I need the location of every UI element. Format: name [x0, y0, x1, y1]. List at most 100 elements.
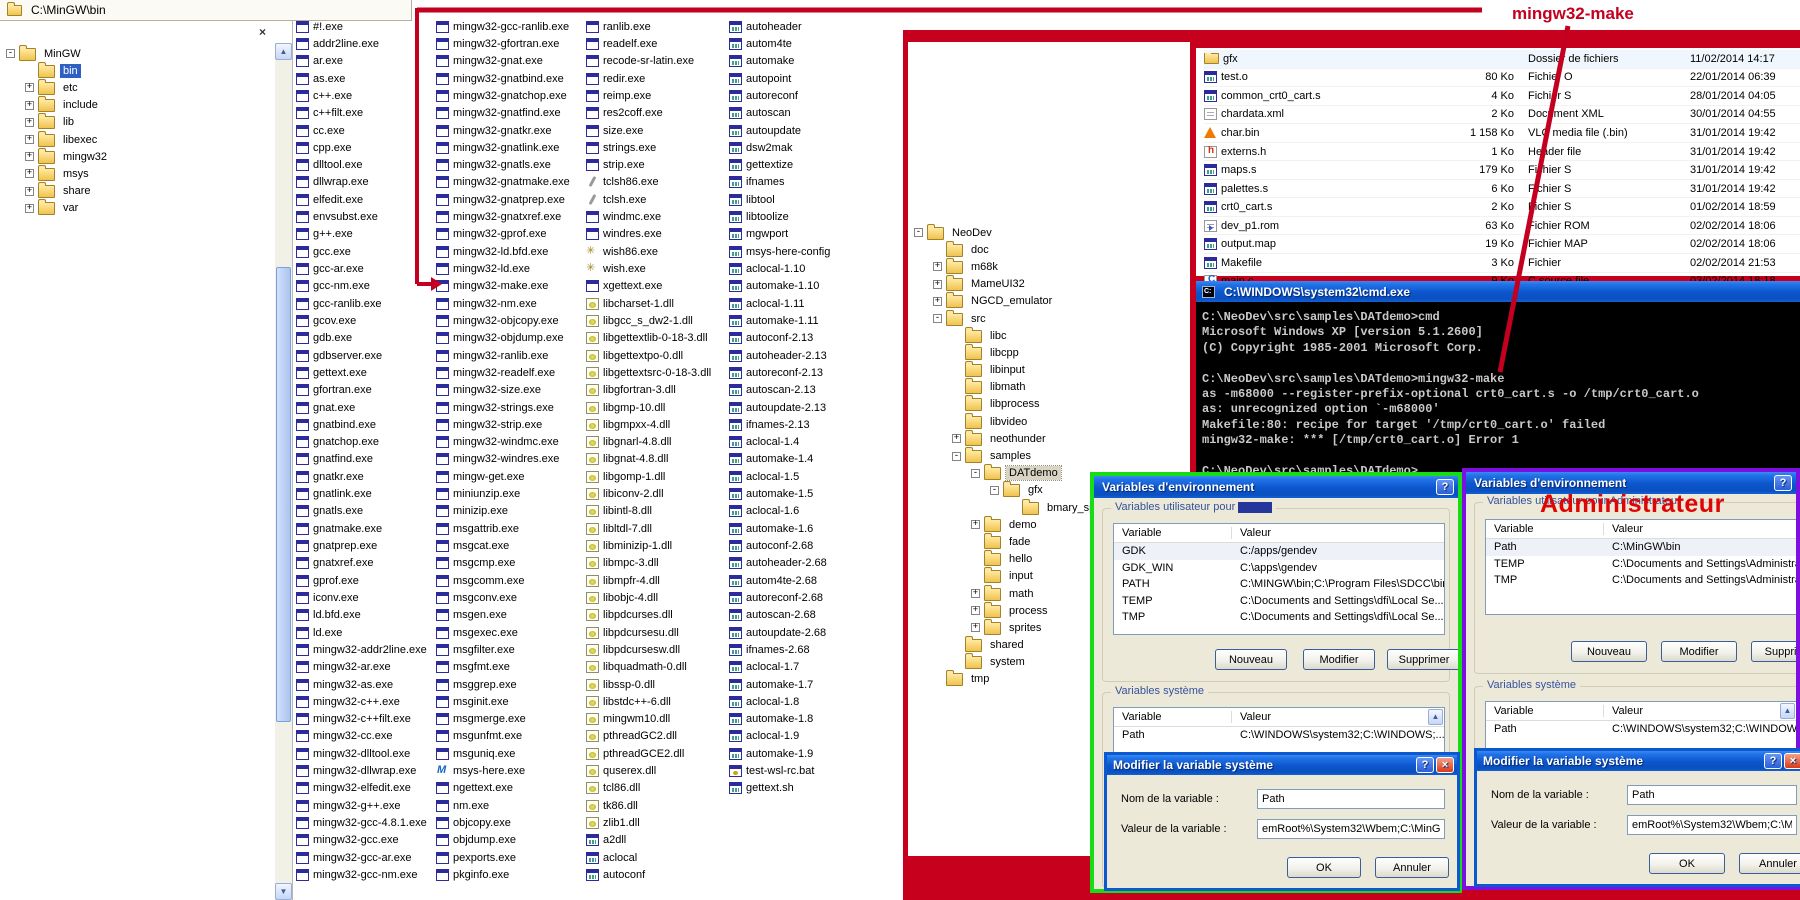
env-var-row[interactable]: PathC:\MinGW\bin — [1486, 539, 1796, 556]
file-item[interactable]: gettext.sh — [729, 780, 879, 797]
file-item[interactable]: gnatlink.exe — [296, 485, 432, 502]
file-item[interactable]: msgunfmt.exe — [436, 728, 582, 745]
file-item[interactable]: ar.exe — [296, 53, 432, 70]
detail-row[interactable]: Makefile3 KoFichier02/02/2014 21:53 — [1204, 254, 1800, 273]
file-item[interactable]: autoreconf — [729, 87, 879, 104]
dialog-titlebar[interactable]: Modifier la variable système ? × — [1107, 755, 1457, 775]
tree-item-libcpp[interactable]: libcpp — [914, 344, 1188, 361]
collapse-icon[interactable]: - — [990, 486, 999, 495]
file-item[interactable]: automake-1.10 — [729, 278, 879, 295]
file-item[interactable]: libpdcursesw.dll — [586, 641, 726, 658]
supprimer-button[interactable]: Supprimer — [1387, 649, 1461, 670]
dialog-titlebar[interactable]: Modifier la variable système ? × — [1477, 751, 1800, 771]
tree-item-samples[interactable]: -samples — [914, 447, 1188, 464]
expand-icon[interactable]: + — [952, 434, 961, 443]
file-item[interactable]: cpp.exe — [296, 139, 432, 156]
file-item[interactable]: mingw32-ld.exe — [436, 260, 582, 277]
file-item[interactable]: automake-1.4 — [729, 451, 879, 468]
file-item[interactable]: libpdcurses.dll — [586, 607, 726, 624]
file-item[interactable]: mingw32-objcopy.exe — [436, 312, 582, 329]
close-icon[interactable]: × — [1784, 753, 1800, 769]
collapse-icon[interactable]: - — [952, 452, 961, 461]
file-item[interactable]: automake-1.8 — [729, 711, 879, 728]
file-item[interactable]: libcharset-1.dll — [586, 295, 726, 312]
file-item[interactable]: aclocal-1.10 — [729, 260, 879, 277]
file-item[interactable]: libgettextlib-0-18-3.dll — [586, 330, 726, 347]
file-item[interactable]: tclsh.exe — [586, 191, 726, 208]
file-item[interactable]: mingw32-gnatls.exe — [436, 157, 582, 174]
file-item[interactable]: autoupdate-2.13 — [729, 399, 879, 416]
file-item[interactable]: ngettext.exe — [436, 780, 582, 797]
file-item[interactable]: mingw32-gcc-ranlib.exe — [436, 18, 582, 35]
file-item[interactable]: libgmpxx-4.dll — [586, 416, 726, 433]
file-item[interactable]: msgattrib.exe — [436, 520, 582, 537]
tree-item-msys[interactable]: +msys — [6, 165, 272, 182]
file-item[interactable]: libgettextsrc-0-18-3.dll — [586, 364, 726, 381]
file-item[interactable]: tclsh86.exe — [586, 174, 726, 191]
detail-row[interactable]: common_crt0_cart.s4 KoFichier S28/01/201… — [1204, 87, 1800, 106]
detail-row[interactable]: palettes.s6 KoFichier S31/01/2014 19:42 — [1204, 180, 1800, 199]
expand-icon[interactable]: + — [971, 589, 980, 598]
file-item[interactable]: mingw32-gnat.exe — [436, 53, 582, 70]
file-item[interactable]: tk86.dll — [586, 797, 726, 814]
scroll-up-icon[interactable]: ▲ — [1780, 703, 1795, 719]
env-var-row[interactable]: GDK_WINC:\apps\gendev — [1114, 560, 1444, 577]
scroll-up-icon[interactable]: ▲ — [1428, 709, 1443, 725]
nouveau-button[interactable]: Nouveau — [1215, 649, 1287, 670]
file-item[interactable]: mingw32-dlltool.exe — [296, 745, 432, 762]
detail-row[interactable]: crt0_cart.s2 KoFichier S01/02/2014 18:59 — [1204, 198, 1800, 217]
file-item[interactable]: g++.exe — [296, 226, 432, 243]
file-item[interactable]: mingw32-gnatbind.exe — [436, 70, 582, 87]
expand-icon[interactable]: + — [933, 262, 942, 271]
file-item[interactable]: msggrep.exe — [436, 676, 582, 693]
tree-item-libinput[interactable]: libinput — [914, 362, 1188, 379]
ok-button[interactable]: OK — [1649, 853, 1725, 874]
file-item[interactable]: mingw32-gnatlink.exe — [436, 139, 582, 156]
file-item[interactable]: mingw32-addr2line.exe — [296, 641, 432, 658]
file-item[interactable]: mingw32-strip.exe — [436, 416, 582, 433]
scrollbar-thumb[interactable] — [276, 267, 291, 722]
tree-item-libprocess[interactable]: libprocess — [914, 396, 1188, 413]
file-item[interactable]: dlltool.exe — [296, 157, 432, 174]
file-item[interactable]: libltdl-7.dll — [586, 520, 726, 537]
tree-item-mameui32[interactable]: +MameUI32 — [914, 276, 1188, 293]
file-item[interactable]: addr2line.exe — [296, 35, 432, 52]
file-item[interactable]: libgmp-10.dll — [586, 399, 726, 416]
file-item[interactable]: msgcmp.exe — [436, 555, 582, 572]
file-item[interactable]: mingw32-readelf.exe — [436, 364, 582, 381]
file-item[interactable]: readelf.exe — [586, 35, 726, 52]
cmd-titlebar[interactable]: C:\WINDOWS\system32\cmd.exe — [1196, 281, 1800, 302]
file-item[interactable]: mingw32-make.exe — [436, 278, 582, 295]
detail-row[interactable]: maps.s179 KoFichier S31/01/2014 19:42 — [1204, 161, 1800, 180]
file-item[interactable]: dllwrap.exe — [296, 174, 432, 191]
file-item[interactable]: autoreconf-2.13 — [729, 364, 879, 381]
file-item[interactable]: autoreconf-2.68 — [729, 589, 879, 606]
file-item[interactable]: wish.exe — [586, 260, 726, 277]
file-item[interactable]: gettextize — [729, 157, 879, 174]
file-item[interactable]: envsubst.exe — [296, 208, 432, 225]
file-item[interactable]: autoconf-2.13 — [729, 330, 879, 347]
file-item[interactable]: msys-here-config — [729, 243, 879, 260]
file-item[interactable]: aclocal-1.5 — [729, 468, 879, 485]
env-var-row[interactable]: PathC:\WINDOWS\system32;C:\WINDOWS;... — [1486, 721, 1796, 738]
help-icon[interactable]: ? — [1416, 757, 1434, 773]
file-item[interactable]: tcl86.dll — [586, 780, 726, 797]
tree-item-mingw32[interactable]: +mingw32 — [6, 148, 272, 165]
tree-item-mingw[interactable]: -MinGW — [6, 45, 272, 62]
file-item[interactable]: mingw32-gcc-4.8.1.exe — [296, 814, 432, 831]
env-var-row[interactable]: TMPC:\Documents and Settings\dfi\Local S… — [1114, 609, 1444, 626]
variable-value-input[interactable] — [1257, 819, 1445, 839]
help-icon[interactable]: ? — [1774, 475, 1792, 491]
file-item[interactable]: libgfortran-3.dll — [586, 382, 726, 399]
file-item[interactable]: automake-1.9 — [729, 745, 879, 762]
detail-row[interactable]: externs.h1 KoHeader file31/01/2014 19:42 — [1204, 143, 1800, 162]
user-vars-table[interactable]: Variable Valeur PathC:\MinGW\binTEMPC:\D… — [1485, 519, 1797, 615]
detail-row[interactable]: char.bin1 158 KoVLC media file (.bin)31/… — [1204, 124, 1800, 143]
file-item[interactable]: a2dll — [586, 832, 726, 849]
file-item[interactable]: mingw32-gnatfind.exe — [436, 105, 582, 122]
collapse-icon[interactable]: - — [933, 314, 942, 323]
file-item[interactable]: nm.exe — [436, 797, 582, 814]
file-item[interactable]: c++.exe — [296, 87, 432, 104]
file-item[interactable]: miniunzip.exe — [436, 485, 582, 502]
file-item[interactable]: gnatkr.exe — [296, 468, 432, 485]
